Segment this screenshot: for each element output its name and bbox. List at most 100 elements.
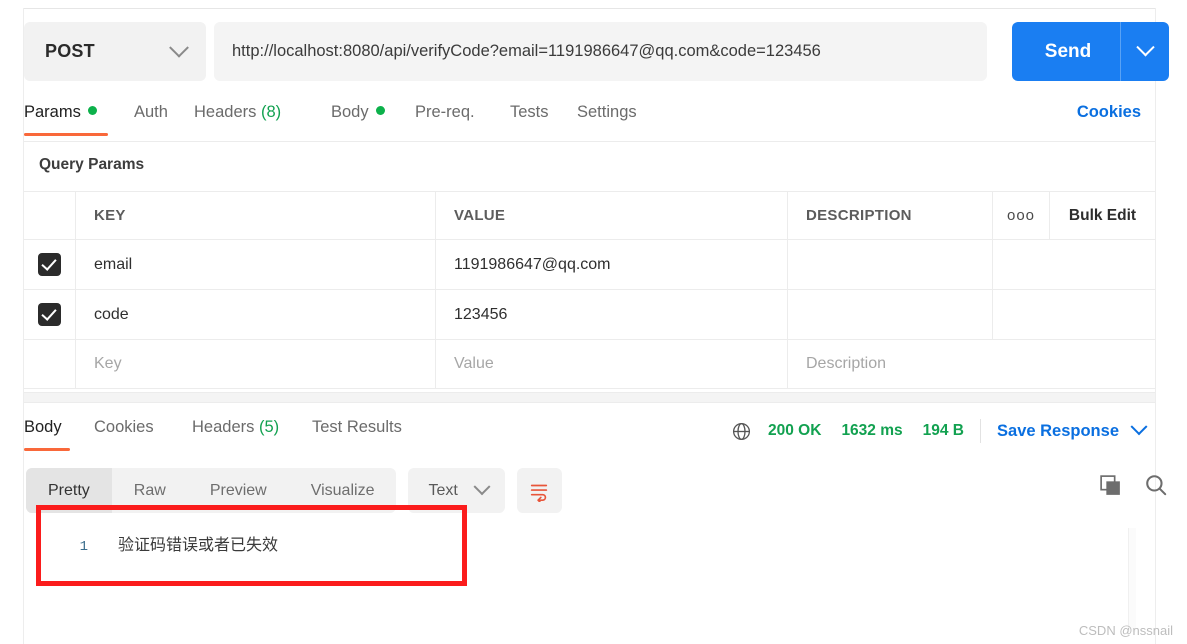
header-description-label: DESCRIPTION	[806, 207, 912, 224]
row-value-cell[interactable]: 1191986647@qq.com	[436, 240, 788, 289]
search-icon	[1146, 475, 1167, 496]
tab-auth-label: Auth	[134, 103, 168, 121]
row-spacer-cell-2	[1050, 290, 1155, 339]
send-button-label: Send	[1044, 40, 1092, 62]
panel-right-divider	[1155, 8, 1156, 644]
new-description-input[interactable]: Description	[788, 340, 1155, 388]
tab-response-cookies-label: Cookies	[94, 418, 154, 436]
new-value-input[interactable]: Value	[436, 340, 788, 388]
view-mode-pretty[interactable]: Pretty	[26, 468, 112, 513]
new-key-placeholder: Key	[94, 355, 122, 372]
word-wrap-button[interactable]	[516, 468, 562, 513]
url-input[interactable]: http://localhost:8080/api/verifyCode?ema…	[214, 22, 987, 81]
tab-body[interactable]: Body	[331, 103, 385, 122]
unsaved-dot-icon	[87, 106, 97, 115]
panel-top-divider	[24, 8, 1155, 9]
tab-settings-label: Settings	[577, 103, 637, 121]
checkbox-checked-icon[interactable]	[38, 303, 61, 326]
line-number: 1	[79, 539, 88, 555]
tab-response-headers-count: (5)	[258, 418, 280, 436]
row-checkbox-cell[interactable]	[24, 240, 76, 289]
more-horizontal-icon: ooo	[1006, 207, 1036, 224]
unsaved-dot-icon	[375, 106, 385, 115]
table-row-empty[interactable]: Key Value Description	[24, 339, 1155, 389]
row-spacer-cell	[993, 290, 1050, 339]
bulk-edit-button[interactable]: Bulk Edit	[1050, 192, 1155, 239]
word-wrap-icon	[531, 484, 548, 502]
row-checkbox-cell[interactable]	[24, 290, 76, 339]
row-checkbox-cell-empty[interactable]	[24, 340, 76, 388]
view-mode-visualize-label: Visualize	[310, 481, 375, 499]
header-value-cell: VALUE	[436, 192, 788, 239]
tab-params[interactable]: Params	[24, 103, 97, 122]
new-description-placeholder: Description	[806, 355, 887, 372]
chevron-down-icon[interactable]	[1130, 418, 1148, 436]
response-view-toolbar: Pretty Raw Preview Visualize Text	[26, 468, 562, 513]
view-mode-pretty-label: Pretty	[48, 481, 90, 499]
header-key-label: KEY	[94, 207, 126, 224]
response-scrollbar[interactable]	[1128, 528, 1136, 632]
header-key-cell: KEY	[76, 192, 436, 239]
tab-response-cookies[interactable]: Cookies	[94, 418, 154, 437]
tab-pre-req[interactable]: Pre-req.	[415, 103, 475, 122]
query-params-title: Query Params	[39, 156, 145, 173]
header-value-label: VALUE	[454, 207, 506, 224]
response-section-separator	[24, 392, 1155, 403]
view-mode-visualize[interactable]: Visualize	[289, 468, 397, 513]
url-bar: POST http://localhost:8080/api/verifyCod…	[24, 22, 1169, 81]
tab-auth[interactable]: Auth	[134, 103, 168, 122]
row-value-value: 123456	[454, 305, 508, 323]
row-key-cell[interactable]: email	[76, 240, 436, 289]
send-options-button[interactable]	[1121, 38, 1169, 58]
line-content: 验证码错误或者已失效	[118, 537, 279, 554]
chevron-down-icon	[169, 37, 189, 58]
table-more-options-button[interactable]: ooo	[993, 192, 1050, 239]
tab-headers-count: (8)	[260, 103, 282, 121]
table-header-row: KEY VALUE DESCRIPTION ooo Bulk Edit	[24, 191, 1155, 239]
active-tab-indicator	[24, 133, 108, 136]
save-response-button[interactable]: Save Response	[997, 422, 1119, 441]
tab-headers[interactable]: Headers (8)	[194, 103, 281, 122]
row-value-cell[interactable]: 123456	[436, 290, 788, 339]
row-spacer-cell-2	[1050, 240, 1155, 289]
row-description-cell[interactable]	[788, 240, 993, 289]
copy-button[interactable]	[1098, 473, 1123, 498]
tab-settings[interactable]: Settings	[577, 103, 637, 122]
postman-request-panel: POST http://localhost:8080/api/verifyCod…	[0, 0, 1187, 644]
view-mode-preview[interactable]: Preview	[188, 468, 289, 513]
tab-response-body[interactable]: Body	[24, 418, 62, 437]
code-line: 1 验证码错误或者已失效	[24, 531, 278, 555]
response-size: 194 B	[922, 422, 965, 439]
new-key-input[interactable]: Key	[76, 340, 436, 388]
query-params-table: KEY VALUE DESCRIPTION ooo Bulk Edit emai…	[24, 191, 1155, 389]
response-status-area: 200 OK 1632 ms 194 B Save Response	[731, 418, 1148, 444]
status-code: 200 OK	[768, 422, 822, 439]
active-response-tab-indicator	[24, 448, 70, 451]
response-body-viewer[interactable]: 1 验证码错误或者已失效	[24, 513, 1136, 633]
view-mode-preview-label: Preview	[209, 481, 267, 499]
tab-test-results[interactable]: Test Results	[312, 418, 402, 437]
row-key-value: email	[94, 255, 133, 273]
response-body-tools	[1098, 472, 1169, 498]
request-tabs-divider	[24, 141, 1155, 142]
tab-response-headers[interactable]: Headers (5)	[192, 418, 279, 437]
response-format-label: Text	[428, 481, 458, 499]
checkbox-checked-icon[interactable]	[38, 253, 61, 276]
view-mode-raw[interactable]: Raw	[112, 468, 188, 513]
table-row[interactable]: code 123456	[24, 289, 1155, 339]
cookies-link[interactable]: Cookies	[1077, 103, 1141, 122]
response-time: 1632 ms	[841, 422, 903, 439]
url-value: http://localhost:8080/api/verifyCode?ema…	[232, 42, 821, 60]
copy-icon	[1100, 474, 1120, 495]
row-value-value: 1191986647@qq.com	[454, 255, 611, 273]
send-button[interactable]: Send	[1012, 22, 1169, 81]
http-method-selector[interactable]: POST	[24, 22, 206, 81]
new-value-placeholder: Value	[454, 355, 494, 372]
table-row[interactable]: email 1191986647@qq.com	[24, 239, 1155, 289]
row-description-cell[interactable]	[788, 290, 993, 339]
tab-tests[interactable]: Tests	[510, 103, 549, 122]
response-format-selector[interactable]: Text	[408, 468, 505, 513]
search-button[interactable]	[1143, 472, 1169, 498]
row-key-cell[interactable]: code	[76, 290, 436, 339]
tab-pre-req-label: Pre-req.	[415, 103, 475, 121]
